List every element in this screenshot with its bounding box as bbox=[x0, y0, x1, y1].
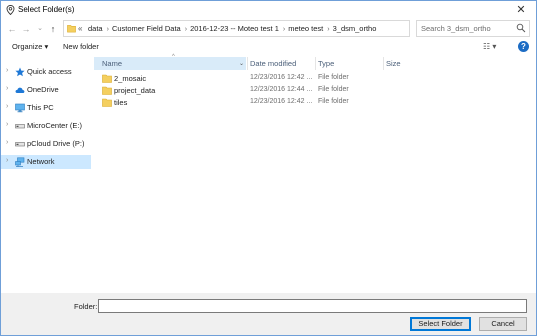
dialog-footer: Folder: Select Folder Cancel bbox=[1, 293, 536, 335]
window-title: Select Folder(s) bbox=[18, 5, 75, 14]
file-name: tiles bbox=[114, 98, 128, 107]
breadcrumb-item[interactable]: meteo test bbox=[288, 24, 323, 33]
folder-icon bbox=[102, 98, 112, 107]
back-button[interactable]: ← bbox=[7, 23, 17, 35]
breadcrumb-separator[interactable]: › bbox=[327, 26, 329, 33]
view-options-icon[interactable]: ☷ ▾ bbox=[483, 42, 501, 52]
chevron-right-icon[interactable]: › bbox=[6, 67, 8, 74]
star-icon bbox=[15, 67, 25, 77]
column-header-date-modified[interactable]: Date modified bbox=[248, 57, 315, 70]
search-icon[interactable] bbox=[516, 23, 526, 33]
sidebar-item-label: OneDrive bbox=[27, 85, 59, 94]
cancel-button[interactable]: Cancel bbox=[479, 317, 527, 331]
help-icon[interactable]: ? bbox=[518, 41, 529, 52]
column-header-type[interactable]: Type bbox=[316, 57, 383, 70]
address-bar[interactable]: « data › Customer Field Data › 2016-12-23 --… bbox=[63, 20, 469, 37]
up-button[interactable]: ↑ bbox=[48, 23, 58, 35]
title-bar: Select Folder(s) ✕ bbox=[1, 1, 536, 19]
chevron-down-icon[interactable]: ⌄ bbox=[239, 60, 244, 67]
network-icon bbox=[15, 157, 25, 167]
sidebar-item-pcloud-drive[interactable]: › pCloud Drive (P:) bbox=[1, 137, 91, 151]
select-folder-button[interactable]: Select Folder bbox=[410, 317, 471, 331]
file-date: 12/23/2016 12:42 ... bbox=[250, 98, 313, 105]
app-icon bbox=[6, 5, 15, 15]
navigation-pane: › Quick access › OneDrive › This PC › Mi… bbox=[1, 55, 91, 295]
folder-label: Folder: bbox=[74, 302, 98, 311]
select-folder-dialog: Select Folder(s) ✕ ← → ⌄ ↑ « data › Custom… bbox=[0, 0, 537, 336]
file-date: 12/23/2016 12:44 ... bbox=[250, 86, 313, 93]
search-placeholder: Search 3_dsm_ortho bbox=[421, 24, 491, 33]
file-type: File folder bbox=[318, 98, 349, 105]
file-name: project_data bbox=[114, 86, 156, 95]
folder-icon bbox=[102, 74, 112, 83]
forward-button[interactable]: → bbox=[21, 23, 31, 35]
drive-icon bbox=[15, 124, 25, 129]
column-header-label: Name bbox=[102, 59, 123, 68]
breadcrumb-overflow-button[interactable]: « bbox=[78, 24, 82, 33]
breadcrumb-item[interactable]: Customer Field Data bbox=[112, 24, 181, 33]
folder-icon bbox=[102, 86, 112, 95]
sidebar-item-quick-access[interactable]: › Quick access bbox=[1, 65, 91, 79]
search-input[interactable]: Search 3_dsm_ortho bbox=[416, 20, 530, 37]
sidebar-item-onedrive[interactable]: › OneDrive bbox=[1, 83, 91, 97]
chevron-right-icon[interactable]: › bbox=[6, 121, 8, 128]
folder-icon bbox=[67, 25, 76, 33]
file-type: File folder bbox=[318, 86, 349, 93]
sidebar-item-microcenter[interactable]: › MicroCenter (E:) bbox=[1, 119, 91, 133]
breadcrumb-item[interactable]: data bbox=[88, 24, 103, 33]
breadcrumb-separator[interactable]: › bbox=[283, 26, 285, 33]
sidebar-item-label: Network bbox=[27, 157, 55, 166]
breadcrumb-item[interactable]: 2016-12-23 -- Moteo test 1 bbox=[190, 24, 279, 33]
file-date: 12/23/2016 12:42 ... bbox=[250, 74, 313, 81]
folder-field[interactable] bbox=[98, 299, 527, 313]
table-row[interactable]: 2_mosaic 12/23/2016 12:42 ... File folde… bbox=[94, 73, 446, 85]
breadcrumb: data › Customer Field Data › 2016-12-23 -- M… bbox=[88, 24, 376, 33]
file-type: File folder bbox=[318, 74, 349, 81]
chevron-right-icon[interactable]: › bbox=[6, 85, 8, 92]
recent-locations-button[interactable]: ⌄ bbox=[35, 23, 45, 35]
column-header-name[interactable]: Name ^ ⌄ bbox=[94, 54, 246, 70]
sidebar-item-label: This PC bbox=[27, 103, 54, 112]
sidebar-item-label: Quick access bbox=[27, 67, 72, 76]
sidebar-item-network[interactable]: › Network bbox=[1, 155, 91, 169]
table-row[interactable]: project_data 12/23/2016 12:44 ... File f… bbox=[94, 85, 446, 97]
table-row[interactable]: tiles 12/23/2016 12:42 ... File folder bbox=[94, 97, 446, 109]
sidebar-item-this-pc[interactable]: › This PC bbox=[1, 101, 91, 115]
navigation-bar: ← → ⌄ ↑ « data › Customer Field Data › 2016-… bbox=[1, 19, 536, 39]
new-folder-button[interactable]: New folder bbox=[63, 42, 99, 51]
monitor-icon bbox=[15, 103, 25, 113]
sidebar-item-label: MicroCenter (E:) bbox=[27, 121, 83, 130]
close-button[interactable]: ✕ bbox=[514, 3, 528, 17]
drive-icon bbox=[15, 142, 25, 147]
chevron-right-icon[interactable]: › bbox=[6, 139, 8, 146]
file-name: 2_mosaic bbox=[114, 74, 147, 83]
sort-ascending-icon: ^ bbox=[172, 54, 175, 60]
command-toolbar: Organize ▾ New folder ☷ ▾ ? bbox=[1, 39, 536, 55]
sidebar-item-label: pCloud Drive (P:) bbox=[27, 139, 85, 148]
breadcrumb-separator[interactable]: › bbox=[185, 26, 187, 33]
chevron-right-icon[interactable]: › bbox=[6, 157, 8, 164]
breadcrumb-item[interactable]: 3_dsm_ortho bbox=[333, 24, 377, 33]
column-header-size[interactable]: Size bbox=[384, 57, 444, 70]
organize-menu[interactable]: Organize ▾ bbox=[12, 42, 48, 51]
file-list: Name ^ ⌄ Date modified Type Size 2_mosai… bbox=[92, 54, 536, 295]
cloud-icon bbox=[15, 87, 25, 93]
chevron-right-icon[interactable]: › bbox=[6, 103, 8, 110]
breadcrumb-separator[interactable]: › bbox=[107, 26, 109, 33]
